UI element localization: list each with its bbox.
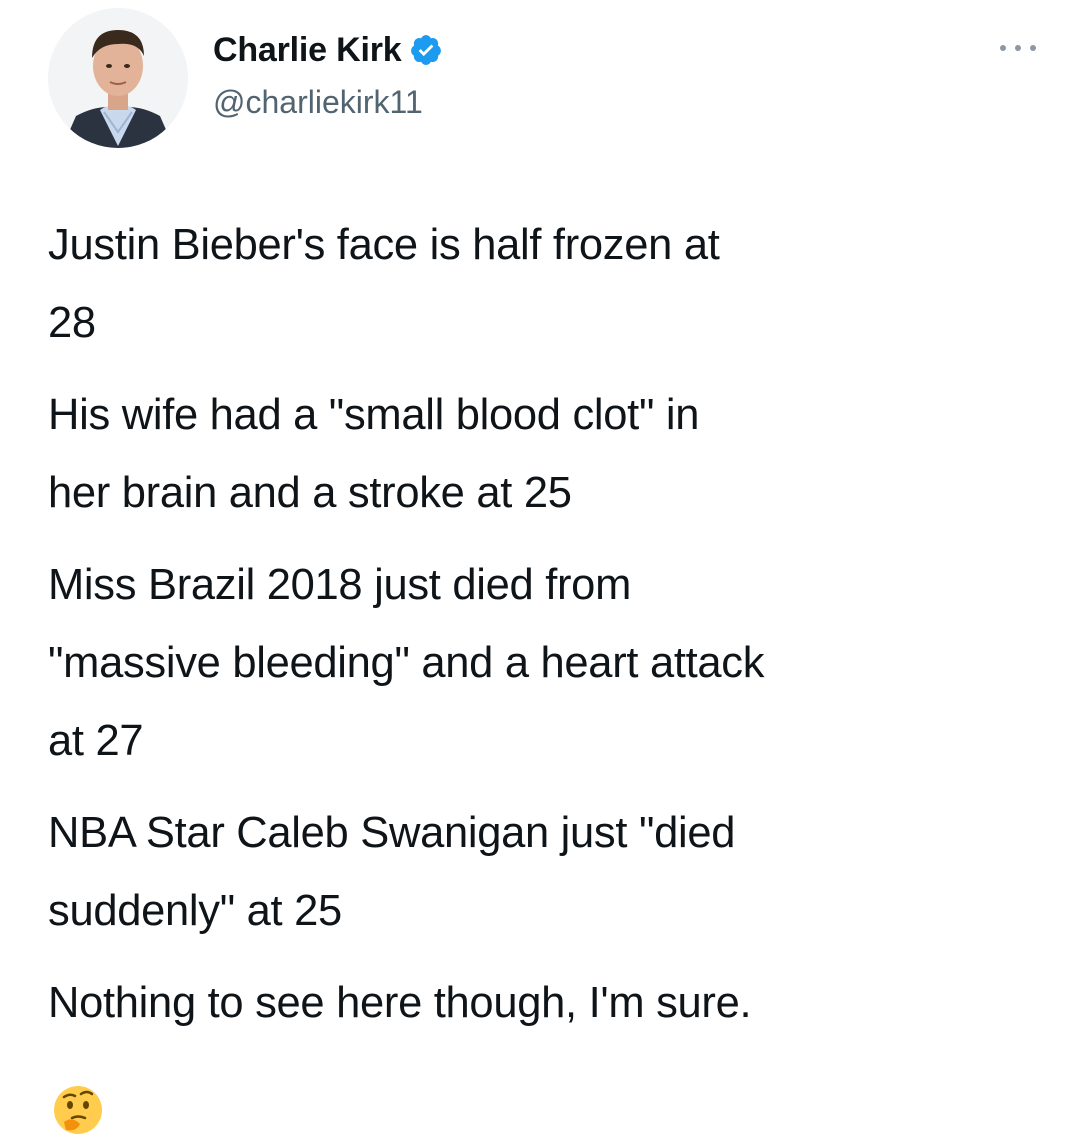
tweet-line: NBA Star Caleb Swanigan just "died: [48, 809, 736, 857]
tweet-paragraph: Nothing to see here though, I'm sure.: [48, 964, 1038, 1042]
avatar[interactable]: [48, 8, 188, 148]
more-dot: [1015, 45, 1021, 51]
tweet-text: Justin Bieber's face is half frozen at 2…: [48, 206, 1038, 1042]
thinking-face-emoji: [50, 1078, 106, 1134]
more-options-icon[interactable]: [998, 38, 1038, 58]
tweet-line: suddenly" at 25: [48, 887, 342, 935]
author-name-row[interactable]: Charlie Kirk: [213, 28, 443, 72]
tweet-line: Justin Bieber's face is half frozen at: [48, 221, 720, 269]
tweet-line: 28: [48, 299, 96, 347]
tweet-card: Charlie Kirk @charliekirk11 Justin Biebe…: [0, 0, 1080, 1134]
tweet-paragraph: Miss Brazil 2018 just died from "massive…: [48, 546, 1038, 780]
more-dot: [1000, 45, 1006, 51]
tweet-line: His wife had a "small blood clot" in: [48, 391, 700, 439]
tweet-header: Charlie Kirk @charliekirk11: [48, 8, 1038, 148]
tweet-line: at 27: [48, 717, 144, 765]
tweet-paragraph: His wife had a "small blood clot" in her…: [48, 376, 1038, 532]
profile-photo-icon: [48, 8, 188, 148]
tweet-line: "massive bleeding" and a heart attack: [48, 639, 765, 687]
display-name[interactable]: Charlie Kirk: [213, 31, 402, 70]
tweet-line: her brain and a stroke at 25: [48, 469, 572, 517]
tweet-paragraph: NBA Star Caleb Swanigan just "died sudde…: [48, 794, 1038, 950]
author-handle[interactable]: @charliekirk11: [213, 84, 423, 121]
tweet-paragraph: Justin Bieber's face is half frozen at 2…: [48, 206, 1038, 362]
tweet-line: Miss Brazil 2018 just died from: [48, 561, 632, 609]
verified-badge-icon: [409, 33, 443, 67]
more-dot: [1030, 45, 1036, 51]
tweet-line: Nothing to see here though, I'm sure.: [48, 979, 752, 1027]
